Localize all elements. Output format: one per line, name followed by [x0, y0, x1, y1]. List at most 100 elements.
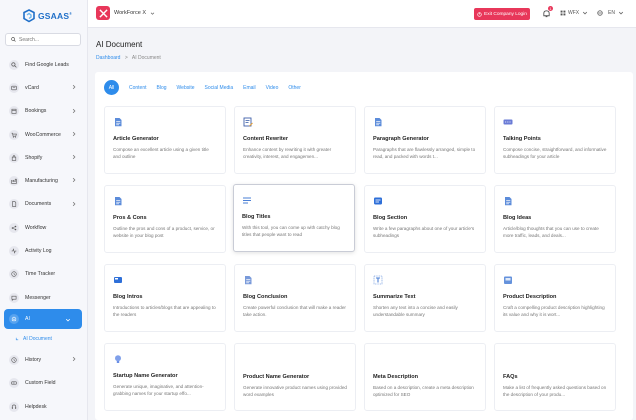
- tab-blog[interactable]: Blog: [157, 82, 167, 94]
- exit-company-login-button[interactable]: Exit Company Login: [474, 8, 530, 20]
- workspace-switcher[interactable]: WorkForce X: [96, 6, 155, 20]
- product-icon: [504, 276, 512, 284]
- sidebar-item-manufacturing[interactable]: Manufacturing: [0, 169, 88, 192]
- template-card-product-name-generator[interactable]: Product Name Generator Generate innovativ…: [234, 343, 356, 411]
- sidebar-subitem-ai-document[interactable]: AI Document: [0, 329, 88, 348]
- globe-icon: [597, 10, 603, 16]
- template-title: Product Description: [503, 294, 557, 300]
- tab-video[interactable]: Video: [266, 82, 279, 94]
- paragraph-icon: [375, 118, 382, 127]
- tab-all[interactable]: All: [104, 80, 119, 95]
- rewrite-icon: [243, 117, 253, 127]
- template-title: Paragraph Generator: [373, 136, 429, 142]
- sidebar-item-documents[interactable]: Documents: [0, 193, 88, 216]
- sidebar-item-label: Messenger: [25, 294, 51, 301]
- sidebar-item-label: History: [25, 356, 42, 363]
- brand-logo[interactable]: GSAAS®: [22, 9, 72, 23]
- template-card-content-rewriter[interactable]: Content Rewriter Enhance content by rewri…: [234, 106, 356, 174]
- blog-section-icon: [374, 197, 382, 205]
- breadcrumb-home[interactable]: Dashboard: [96, 55, 120, 61]
- template-title: FAQs: [503, 374, 518, 380]
- template-card-blog-titles[interactable]: Blog Titles With this tool, you can come …: [233, 184, 355, 252]
- main-content: AI Document Dashboard > AI Document All C…: [88, 28, 636, 420]
- factory-icon: [9, 176, 19, 187]
- template-description: Paragraphs that are flawlessly arranged,…: [373, 147, 476, 160]
- blog-intros-icon: [114, 277, 122, 283]
- sidebar-item-time-tracker[interactable]: Time Tracker: [0, 263, 88, 286]
- sidebar-item-label: WooCommerce: [25, 131, 61, 138]
- template-card-blog-conclusion[interactable]: Blog Conclusion Create powerful conclusio…: [234, 264, 356, 332]
- template-card-faqs[interactable]: FAQs Make a list of frequently asked ques…: [494, 343, 616, 411]
- org-menu[interactable]: WFX: [560, 10, 590, 16]
- template-card-pros-cons[interactable]: Pros & Cons Outline the pros and cons of …: [104, 185, 226, 253]
- bulb-icon: [115, 355, 121, 363]
- chevron-down-icon: [618, 11, 624, 15]
- chevron-right-icon: [72, 201, 76, 206]
- sidebar-item-find-google-leads[interactable]: Find Google Leads: [0, 53, 88, 76]
- sidebar-item-label: Shopify: [25, 154, 43, 161]
- blog-ideas-icon: [505, 197, 512, 206]
- template-description: Introductions to articles/blogs that are…: [113, 305, 216, 318]
- template-card-startup-name-generator[interactable]: Startup Name Generator Generate unique, i…: [104, 343, 226, 411]
- search-input[interactable]: [19, 36, 75, 43]
- chevron-right-icon: [72, 357, 76, 362]
- tab-content[interactable]: Content: [129, 82, 147, 94]
- sidebar-search[interactable]: [5, 33, 81, 46]
- template-title: Summarize Text: [373, 294, 416, 300]
- sidebar-item-label: Helpdesk: [25, 403, 47, 410]
- template-card-blog-ideas[interactable]: Blog Ideas Article/blog thoughts that you…: [494, 185, 616, 253]
- chevron-right-icon: [72, 108, 76, 113]
- template-title: Talking Points: [503, 136, 541, 142]
- sidebar-item-vcard[interactable]: vCard: [0, 76, 88, 99]
- chevron-right-icon: [72, 85, 76, 90]
- tab-website[interactable]: Website: [177, 82, 195, 94]
- chevron-down-icon: [583, 11, 588, 15]
- sidebar-item-activity-log[interactable]: Activity Log: [0, 239, 88, 262]
- sidebar-item-messenger[interactable]: Messenger: [0, 286, 88, 309]
- template-card-summarize-text[interactable]: Summarize Text Shorten any text into a co…: [364, 264, 486, 332]
- template-description: Compose an excellent article using a giv…: [113, 147, 209, 160]
- sidebar-item-bookings[interactable]: Bookings: [0, 100, 88, 123]
- language-menu[interactable]: EN: [597, 10, 626, 16]
- sidebar-item-label: Bookings: [25, 108, 47, 115]
- template-title: Article Generator: [113, 136, 159, 142]
- page-title: AI Document: [96, 40, 143, 49]
- gsaas-logo-icon: [23, 9, 35, 23]
- chat-icon: [9, 292, 19, 303]
- calendar-icon: [9, 106, 19, 117]
- sidebar-item-woocommerce[interactable]: WooCommerce: [0, 123, 88, 146]
- template-card-paragraph-generator[interactable]: Paragraph Generator Paragraphs that are f…: [364, 106, 486, 174]
- template-card-blog-section[interactable]: Blog Section Write a few paragraphs about…: [364, 185, 486, 253]
- sidebar-item-custom-field[interactable]: Custom Field: [0, 372, 88, 395]
- template-description: Make a list of frequently asked question…: [503, 385, 607, 398]
- template-title: Blog Section: [373, 215, 408, 221]
- sidebar-item-label: Documents: [25, 201, 52, 208]
- notification-badge: 1: [548, 6, 553, 11]
- tab-social-media[interactable]: Social Media: [205, 82, 234, 94]
- search-icon: [11, 37, 16, 42]
- template-card-article-generator[interactable]: Article Generator Compose an excellent ar…: [104, 106, 226, 174]
- template-card-product-description[interactable]: Product Description Craft a compelling pr…: [494, 264, 616, 332]
- template-description: Outline the pros and cons of a product, …: [113, 226, 215, 239]
- template-description: Write a few paragraphs about one of your…: [373, 226, 475, 239]
- template-card-blog-intros[interactable]: Blog Intros Introductions to articles/blo…: [104, 264, 226, 332]
- breadcrumb-separator: >: [124, 55, 128, 61]
- sidebar-item-history[interactable]: History: [0, 348, 88, 371]
- breadcrumb: Dashboard > AI Document: [96, 55, 161, 61]
- template-description: With this tool, you can come up with cat…: [242, 225, 340, 238]
- template-card-meta-description[interactable]: Meta Description Based on a description, …: [364, 343, 486, 411]
- sidebar-item-shopify[interactable]: Shopify: [0, 146, 88, 169]
- sidebar-item-label: Activity Log: [25, 248, 52, 255]
- template-description: Create powerful conclusion that will mak…: [243, 305, 346, 318]
- template-title: Blog Intros: [113, 294, 143, 300]
- sidebar-item-helpdesk[interactable]: Helpdesk: [0, 395, 88, 418]
- template-card-talking-points[interactable]: Talking Points Compose concise, straightf…: [494, 106, 616, 174]
- tab-email[interactable]: Email: [243, 82, 256, 94]
- template-description: Generate innovative product names using …: [243, 385, 347, 398]
- sidebar-item-label: Custom Field: [25, 380, 56, 387]
- tab-other[interactable]: Other: [288, 82, 301, 94]
- org-label: WFX: [568, 10, 580, 16]
- sidebar-item-workflow[interactable]: Workflow: [0, 216, 88, 239]
- search-icon: [9, 59, 19, 70]
- sidebar-item-ai[interactable]: AI: [4, 309, 82, 330]
